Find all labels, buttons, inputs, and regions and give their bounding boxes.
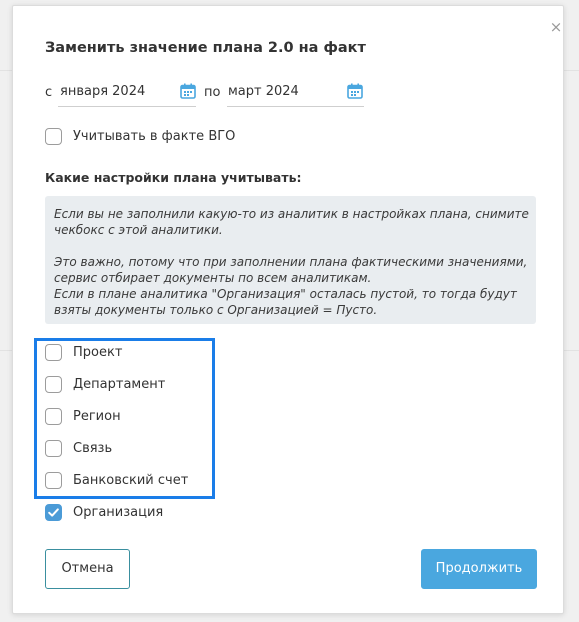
vgo-checkbox[interactable]: [45, 128, 62, 145]
checkbox-label: Организация: [73, 505, 164, 520]
vgo-checkbox-label: Учитывать в факте ВГО: [73, 129, 236, 144]
dialog-title: Заменить значение плана 2.0 на факт: [45, 40, 366, 56]
info-paragraph: Если вы не заполнили какую-то из аналити…: [54, 207, 529, 237]
info-note: Если вы не заполнили какую-то из аналити…: [45, 196, 536, 324]
period-to-label: по: [204, 85, 221, 100]
checkmark-icon: [48, 508, 59, 517]
info-paragraph: Это важно, потому что при заполнении пла…: [54, 255, 528, 285]
highlight-frame: [34, 338, 215, 499]
date-from-value: января 2024: [60, 84, 146, 99]
checkbox-checked[interactable]: [45, 504, 62, 521]
cancel-button[interactable]: Отмена: [45, 549, 130, 589]
period-from-label: с: [45, 85, 53, 100]
settings-section-title: Какие настройки плана учитывать:: [45, 170, 302, 185]
date-from-field[interactable]: января 2024: [58, 80, 196, 107]
continue-button[interactable]: Продолжить: [421, 549, 537, 589]
date-to-value: март 2024: [228, 84, 299, 99]
date-to-field[interactable]: март 2024: [227, 80, 364, 107]
info-paragraph: Если в плане аналитика "Организация" ост…: [54, 287, 517, 317]
calendar-icon[interactable]: [180, 83, 196, 99]
calendar-icon[interactable]: [347, 83, 363, 99]
close-icon[interactable]: ×: [548, 19, 564, 35]
